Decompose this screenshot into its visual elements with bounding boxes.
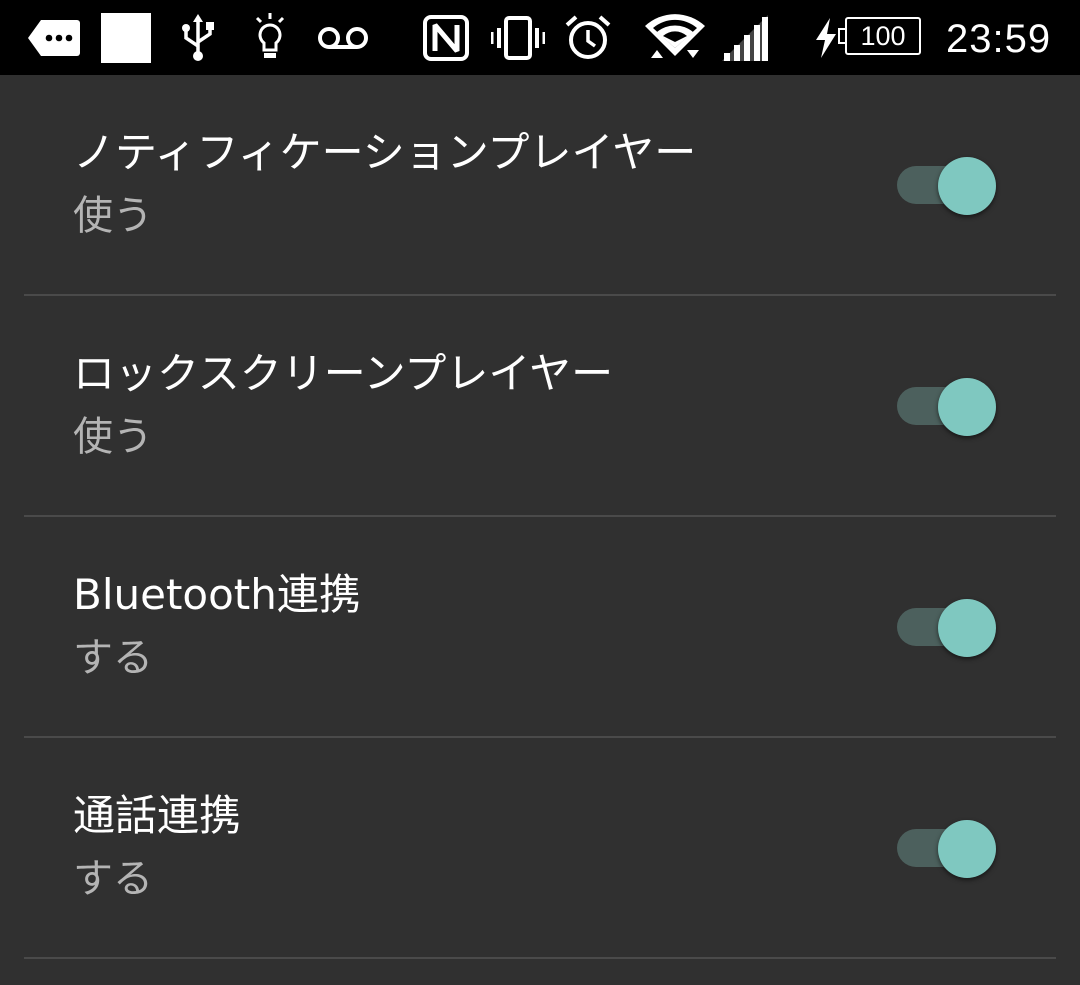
setting-title: ロックスクリーンプレイヤー — [73, 349, 614, 398]
voicemail-icon — [315, 0, 371, 75]
battery-level: 100 — [845, 17, 921, 55]
toggle-thumb[interactable] — [938, 378, 996, 436]
lockscreen-player-toggle[interactable] — [897, 378, 1001, 436]
notification-player-toggle[interactable] — [897, 157, 1001, 215]
setting-title: 通話連携 — [73, 791, 242, 840]
toggle-thumb[interactable] — [938, 820, 996, 878]
setting-title: Bluetooth連携 — [73, 570, 361, 619]
status-clock: 23:59 — [946, 17, 1052, 61]
more-notifications-icon — [26, 0, 82, 75]
setting-summary: 使う — [73, 193, 153, 239]
status-bar: 100 23:59 — [0, 0, 1080, 75]
setting-summary: する — [73, 856, 153, 902]
charging-icon — [812, 0, 840, 75]
setting-bluetooth-link[interactable]: Bluetooth連携 する — [24, 517, 1056, 738]
setting-summary: 使う — [73, 414, 153, 460]
bluetooth-link-toggle[interactable] — [897, 599, 1001, 657]
usb-icon — [178, 0, 218, 75]
toggle-thumb[interactable] — [938, 599, 996, 657]
notification-square-icon — [101, 0, 151, 75]
setting-notification-player[interactable]: ノティフィケーションプレイヤー 使う — [24, 75, 1056, 296]
setting-call-link[interactable]: 通話連携 する — [24, 738, 1056, 959]
alarm-icon — [564, 0, 612, 75]
battery-nub — [838, 28, 845, 44]
toggle-thumb[interactable] — [938, 157, 996, 215]
call-link-toggle[interactable] — [897, 820, 1001, 878]
nfc-icon — [422, 0, 470, 75]
vibrate-icon — [490, 0, 546, 75]
cell-signal-icon — [720, 0, 770, 75]
settings-list: ノティフィケーションプレイヤー 使う ロックスクリーンプレイヤー 使う Blue… — [0, 75, 1080, 959]
setting-lockscreen-player[interactable]: ロックスクリーンプレイヤー 使う — [24, 296, 1056, 517]
setting-summary: する — [73, 635, 153, 681]
setting-title: ノティフィケーションプレイヤー — [73, 128, 697, 177]
lightbulb-icon — [251, 0, 289, 75]
wifi-icon — [644, 0, 706, 75]
